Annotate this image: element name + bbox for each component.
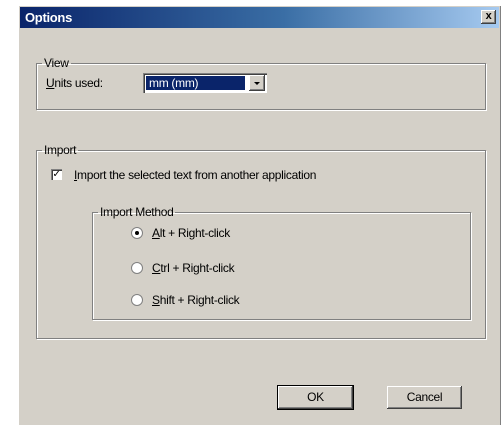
units-used-label: Units used: bbox=[46, 76, 103, 90]
import-method-group: Import Method bbox=[92, 205, 471, 320]
units-select-value: mm (mm) bbox=[146, 76, 245, 90]
import-method-legend: Import Method bbox=[100, 205, 174, 219]
chevron-down-icon[interactable] bbox=[249, 75, 265, 91]
units-select[interactable]: mm (mm) bbox=[143, 73, 267, 93]
dialog-title: Options bbox=[25, 10, 73, 25]
view-group-legend: View bbox=[44, 56, 69, 70]
cancel-button[interactable]: Cancel bbox=[387, 386, 462, 409]
import-text-checkbox[interactable]: ✓ bbox=[51, 169, 62, 180]
ctrl-right-click-label[interactable]: Ctrl + Right-click bbox=[152, 261, 235, 275]
close-button[interactable]: x bbox=[481, 10, 496, 24]
title-bar[interactable]: Options x bbox=[20, 7, 499, 28]
radio-alt-right-click[interactable] bbox=[131, 227, 143, 239]
ok-button[interactable]: OK bbox=[277, 385, 354, 410]
close-icon: x bbox=[485, 10, 492, 22]
alt-right-click-label[interactable]: Alt + Right-click bbox=[152, 226, 230, 240]
radio-shift-right-click[interactable] bbox=[131, 294, 143, 306]
radio-ctrl-right-click[interactable] bbox=[131, 262, 143, 274]
import-group-legend: Import bbox=[44, 143, 77, 157]
checkmark-icon: ✓ bbox=[52, 169, 61, 180]
import-text-label[interactable]: Import the selected text from another ap… bbox=[74, 168, 316, 182]
shift-right-click-label[interactable]: Shift + Right-click bbox=[152, 293, 240, 307]
